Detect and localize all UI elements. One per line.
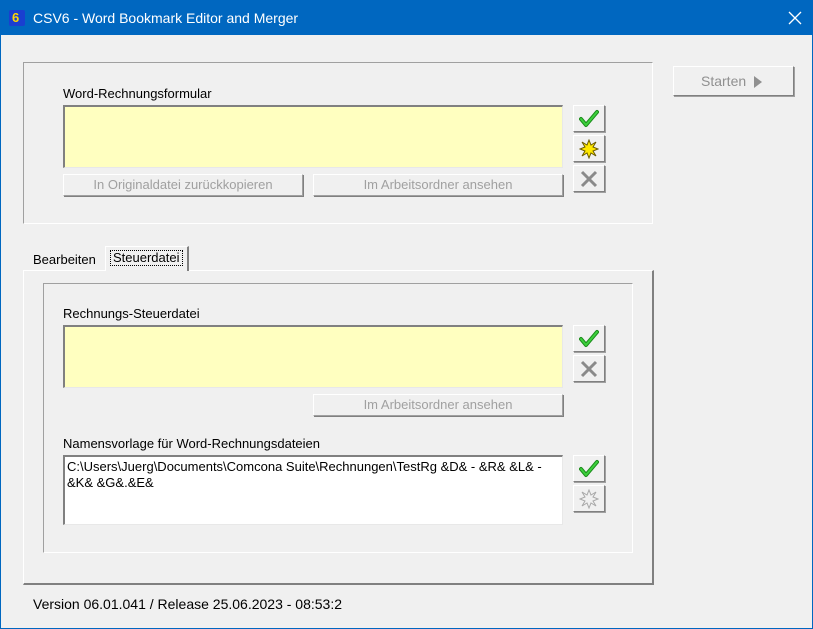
burst-icon [579,139,599,159]
check-icon [579,460,599,477]
steuer-field[interactable] [63,325,563,388]
name-template-field[interactable]: C:\Users\Juerg\Documents\Comcona Suite\R… [63,455,563,525]
steuer-label: Rechnungs-Steuerdatei [63,306,200,321]
accept-steuer-button[interactable] [573,325,605,352]
start-button-label: Starten [701,73,747,89]
title-bar[interactable]: 6 CSV6 - Word Bookmark Editor and Merger [1,1,812,35]
delete-word-form-button[interactable] [573,165,605,192]
close-button[interactable] [782,5,808,31]
close-icon [788,11,802,25]
window-title: CSV6 - Word Bookmark Editor and Merger [33,10,299,26]
tab-steuerdatei[interactable]: Steuerdatei [105,246,189,271]
main-window: 6 CSV6 - Word Bookmark Editor and Merger… [0,0,813,629]
new-name-template-button[interactable] [573,485,605,512]
delete-steuer-button[interactable] [573,355,605,382]
tab-bearbeiten[interactable]: Bearbeiten [29,251,103,270]
burst-icon-disabled [579,489,599,509]
check-icon [579,110,599,127]
new-word-form-button[interactable] [573,135,605,162]
version-status: Version 06.01.041 / Release 25.06.2023 -… [33,596,343,612]
check-icon [579,330,599,347]
name-template-value: C:\Users\Juerg\Documents\Comcona Suite\R… [67,459,546,490]
copy-back-button[interactable]: In Originaldatei zurückkopieren [63,174,303,196]
word-form-label: Word-Rechnungsformular [63,86,212,101]
tab-steuerdatei-label: Steuerdatei [110,250,183,266]
delete-x-icon [580,170,598,188]
app-icon[interactable]: 6 [9,10,25,26]
accept-word-form-button[interactable] [573,105,605,132]
play-arrow-icon [754,76,762,88]
view-in-workdir-button[interactable]: Im Arbeitsordner ansehen [313,174,563,196]
steuer-view-button[interactable]: Im Arbeitsordner ansehen [313,394,563,416]
accept-name-template-button[interactable] [573,455,605,482]
word-form-field[interactable] [63,105,563,168]
tab-joiner [106,269,187,272]
name-template-label: Namensvorlage für Word-Rechnungsdateien [63,436,321,451]
delete-x-icon [580,360,598,378]
start-button[interactable]: Starten [673,66,794,96]
